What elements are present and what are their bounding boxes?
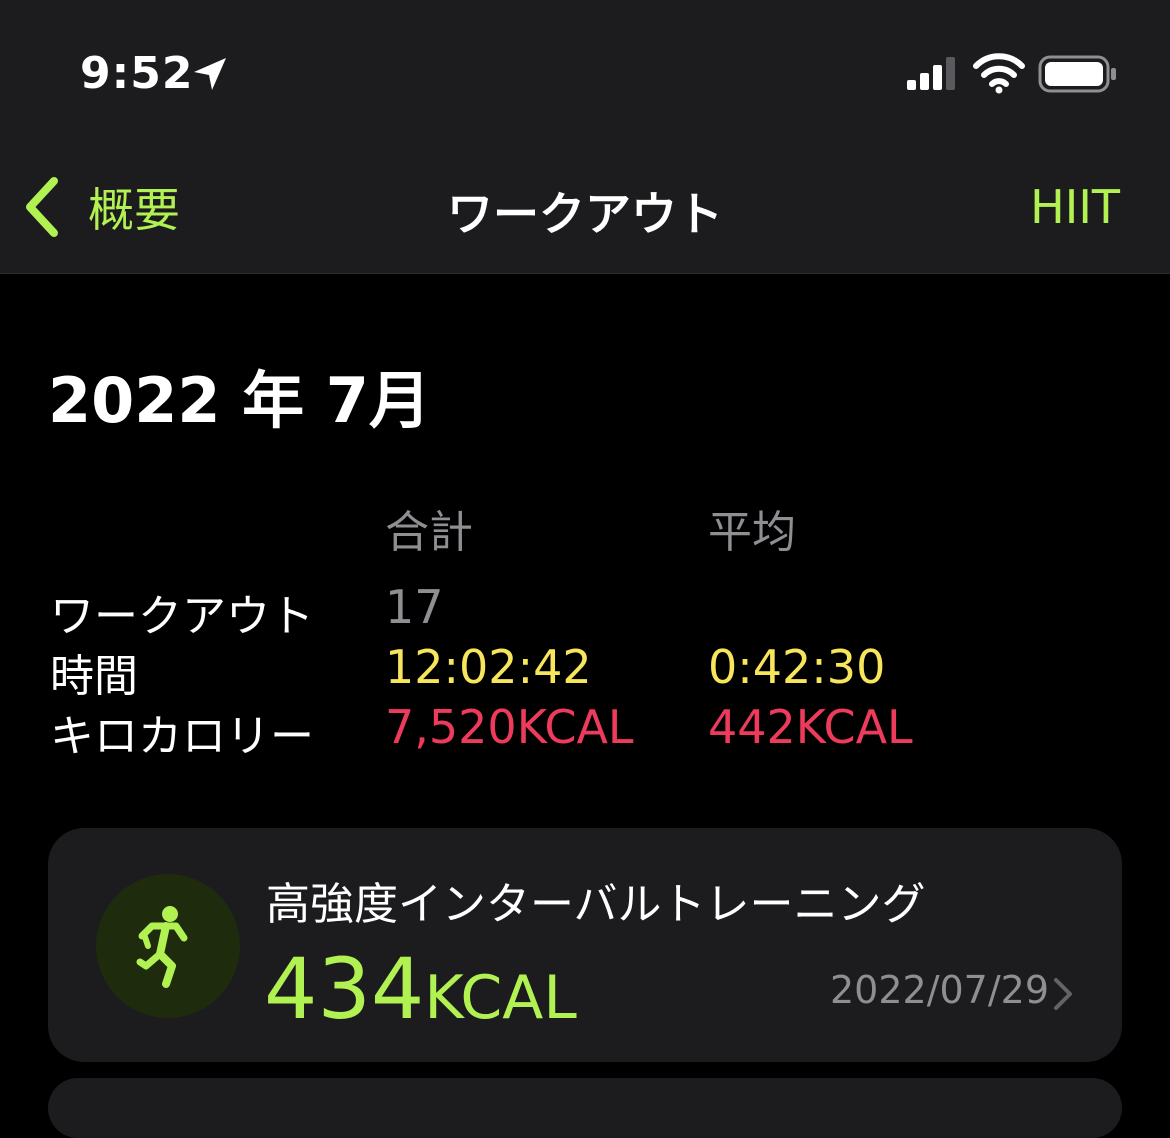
kcal-average: 442KCAL (708, 700, 913, 754)
workout-kcal-unit: KCAL (424, 963, 577, 1033)
time-total: 12:02:42 (385, 640, 592, 694)
workout-date: 2022/07/29 (830, 968, 1050, 1012)
status-time: 9:52 (80, 48, 194, 99)
workout-kcal: 434KCAL (264, 940, 577, 1038)
row-label-time: 時間 (50, 651, 138, 702)
month-title: 2022 年 7月 (48, 364, 431, 437)
workout-kcal-value: 434 (264, 940, 425, 1038)
kcal-total: 7,520KCAL (385, 700, 634, 754)
workouts-total: 17 (385, 580, 444, 634)
row-label-kcal: キロカロリー (50, 711, 314, 762)
runner-icon (136, 906, 188, 988)
workout-type-button[interactable]: HIIT (1030, 180, 1120, 234)
page-title: ワークアウト (447, 187, 723, 241)
column-header-average: 平均 (708, 507, 796, 558)
column-header-total: 合計 (385, 507, 473, 558)
chevron-right-icon (1054, 978, 1072, 1010)
wifi-icon (973, 53, 1025, 94)
navigation-header: 9:52 概要 ワークアウト HIIT (0, 0, 1170, 274)
time-average: 0:42:30 (708, 640, 886, 694)
workout-card[interactable]: 高強度インターバルトレーニング 434KCAL 2022/07/29 (48, 828, 1122, 1062)
location-arrow-icon (194, 58, 226, 90)
workout-card-next[interactable] (48, 1078, 1122, 1138)
row-label-workouts: ワークアウト (50, 591, 314, 642)
activity-badge (96, 874, 240, 1018)
cellular-signal-icon (907, 57, 955, 90)
battery-icon (1038, 55, 1116, 93)
workout-name: 高強度インターバルトレーニング (266, 879, 926, 930)
